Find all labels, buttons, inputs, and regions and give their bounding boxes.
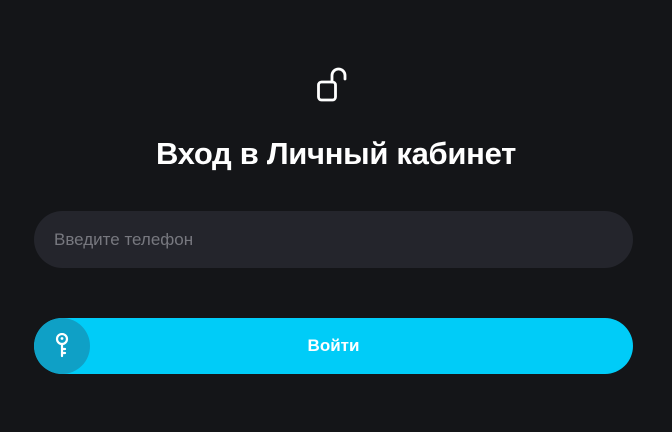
login-button-label: Войти bbox=[307, 336, 360, 355]
phone-input[interactable] bbox=[34, 211, 633, 268]
page-title: Вход в Личный кабинет bbox=[155, 136, 516, 171]
login-button[interactable]: Войти bbox=[34, 318, 633, 374]
login-page: Вход в Личный кабинет Войти bbox=[0, 0, 672, 432]
unlocked-padlock-icon bbox=[316, 66, 350, 104]
